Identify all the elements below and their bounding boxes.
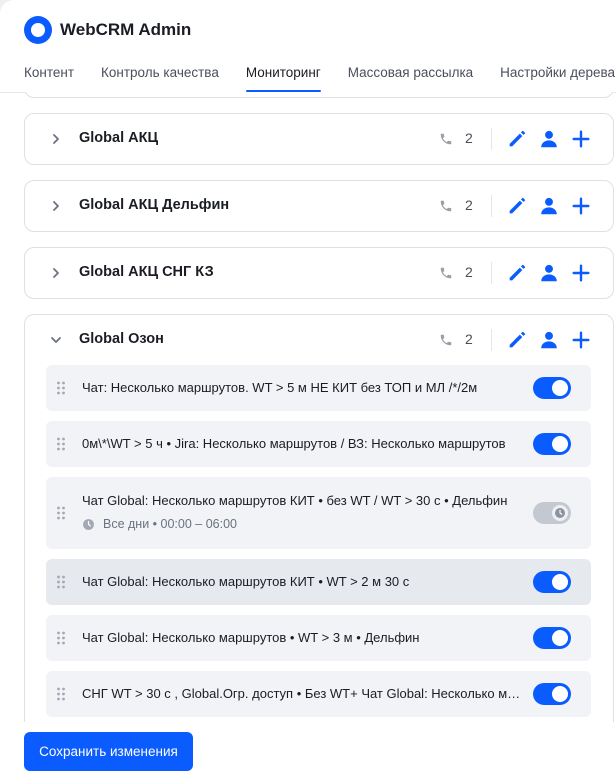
group-card: Global АКЦ СНГ КЗ 2: [24, 247, 614, 299]
group-header[interactable]: Global АКЦ 2: [25, 114, 613, 164]
group-title: Global АКЦ Дельфин: [79, 197, 230, 213]
group-count: 2: [465, 331, 473, 347]
group-title: Global Озон: [79, 331, 164, 347]
drag-handle-icon[interactable]: [56, 381, 66, 395]
header-separator: [491, 262, 492, 284]
group-title: Global АКЦ СНГ КЗ: [79, 264, 214, 280]
rule-text: 0м\*\WT > 5 ч • Jira: Несколько маршруто…: [82, 436, 506, 451]
user-icon[interactable]: [538, 262, 560, 284]
chevron-down-icon[interactable]: [49, 333, 63, 347]
user-icon[interactable]: [538, 329, 560, 351]
rule-item[interactable]: Чат Global: Несколько маршрутов КИТ • WT…: [46, 559, 591, 605]
phone-icon: [440, 133, 452, 145]
plus-icon[interactable]: [570, 329, 592, 351]
rule-text: СНГ WT > 30 с , Global.Огр. доступ • Без…: [82, 686, 524, 701]
app-title: WebCRM Admin: [60, 20, 192, 39]
user-icon[interactable]: [538, 128, 560, 150]
tab-bar: Контент Контроль качества Мониторинг Мас…: [24, 64, 616, 92]
clock-icon: [83, 518, 94, 530]
drag-handle-icon[interactable]: [56, 437, 66, 451]
tab-quality-control[interactable]: Контроль качества: [101, 64, 219, 92]
groups-list[interactable]: Global АКЦ 2 Global АКЦ Дельфин 2 Global…: [24, 92, 616, 722]
header-separator: [491, 329, 492, 351]
phone-icon: [440, 200, 452, 212]
admin-panel: WebCRM Admin Контент Контроль качества М…: [0, 0, 616, 783]
rule-text: Чат Global: Несколько маршрутов КИТ • бе…: [82, 493, 508, 508]
user-icon[interactable]: [538, 195, 560, 217]
group-header[interactable]: Global Озон 2: [25, 315, 613, 365]
drag-handle-icon[interactable]: [56, 687, 66, 701]
rule-text: Чат: Несколько маршрутов. WT > 5 м НЕ КИ…: [82, 380, 478, 395]
brand: WebCRM Admin: [24, 16, 191, 44]
rule-item[interactable]: Чат Global: Несколько маршрутов КИТ • бе…: [46, 477, 591, 549]
rule-item[interactable]: СНГ WT > 30 с , Global.Огр. доступ • Без…: [46, 671, 591, 717]
group-card: Global АКЦ Дельфин 2: [24, 180, 614, 232]
group-header[interactable]: Global АКЦ Дельфин 2: [25, 181, 613, 231]
pencil-icon[interactable]: [506, 128, 528, 150]
group-count: 2: [465, 130, 473, 146]
phone-icon: [440, 267, 452, 279]
group-count: 2: [465, 197, 473, 213]
group-title: Global АКЦ: [79, 130, 159, 146]
pencil-icon[interactable]: [506, 195, 528, 217]
rule-schedule: Все дни • 00:00 – 06:00: [82, 517, 237, 531]
rule-toggle[interactable]: [533, 377, 571, 399]
drag-handle-icon[interactable]: [56, 631, 66, 645]
tab-monitoring[interactable]: Мониторинг: [245, 64, 321, 92]
rule-toggle[interactable]: [533, 433, 571, 455]
rule-item[interactable]: Чат Global: Несколько маршрутов • WT > 3…: [46, 615, 591, 661]
tab-content[interactable]: Контент: [24, 64, 74, 92]
rule-toggle[interactable]: [533, 571, 571, 593]
plus-icon[interactable]: [570, 262, 592, 284]
plus-icon[interactable]: [570, 128, 592, 150]
header-separator: [491, 128, 492, 150]
group-card: Global АКЦ 2: [24, 113, 614, 165]
rule-toggle[interactable]: [533, 627, 571, 649]
save-changes-button[interactable]: Сохранить изменения: [24, 732, 193, 771]
logo-icon: [24, 16, 52, 44]
header-separator: [491, 195, 492, 217]
rule-item[interactable]: 0м\*\WT > 5 ч • Jira: Несколько маршруто…: [46, 421, 591, 467]
rule-item[interactable]: Чат: Несколько маршрутов. WT > 5 м НЕ КИ…: [46, 365, 591, 411]
drag-handle-icon[interactable]: [56, 506, 66, 520]
group-card-expanded: Global Озон 2 Чат: Несколько маршрутов. …: [24, 314, 614, 722]
rule-toggle[interactable]: [533, 683, 571, 705]
rule-schedule-text: Все дни • 00:00 – 06:00: [103, 517, 237, 531]
drag-handle-icon[interactable]: [56, 575, 66, 589]
plus-icon[interactable]: [570, 195, 592, 217]
chevron-right-icon[interactable]: [49, 266, 63, 280]
pencil-icon[interactable]: [506, 329, 528, 351]
group-header[interactable]: Global АКЦ СНГ КЗ 2: [25, 248, 613, 298]
phone-icon: [440, 334, 452, 346]
tab-tree-settings[interactable]: Настройки дерева: [500, 64, 615, 92]
chevron-right-icon[interactable]: [49, 132, 63, 146]
group-count: 2: [465, 264, 473, 280]
tab-mass-mailing[interactable]: Массовая рассылка: [348, 64, 473, 92]
chevron-right-icon[interactable]: [49, 199, 63, 213]
clock-icon: [555, 508, 565, 518]
rule-toggle-scheduled[interactable]: [533, 502, 571, 524]
rule-text: Чат Global: Несколько маршрутов • WT > 3…: [82, 630, 420, 645]
pencil-icon[interactable]: [506, 262, 528, 284]
rule-text: Чат Global: Несколько маршрутов КИТ • WT…: [82, 574, 410, 589]
previous-group-card: [24, 92, 614, 98]
